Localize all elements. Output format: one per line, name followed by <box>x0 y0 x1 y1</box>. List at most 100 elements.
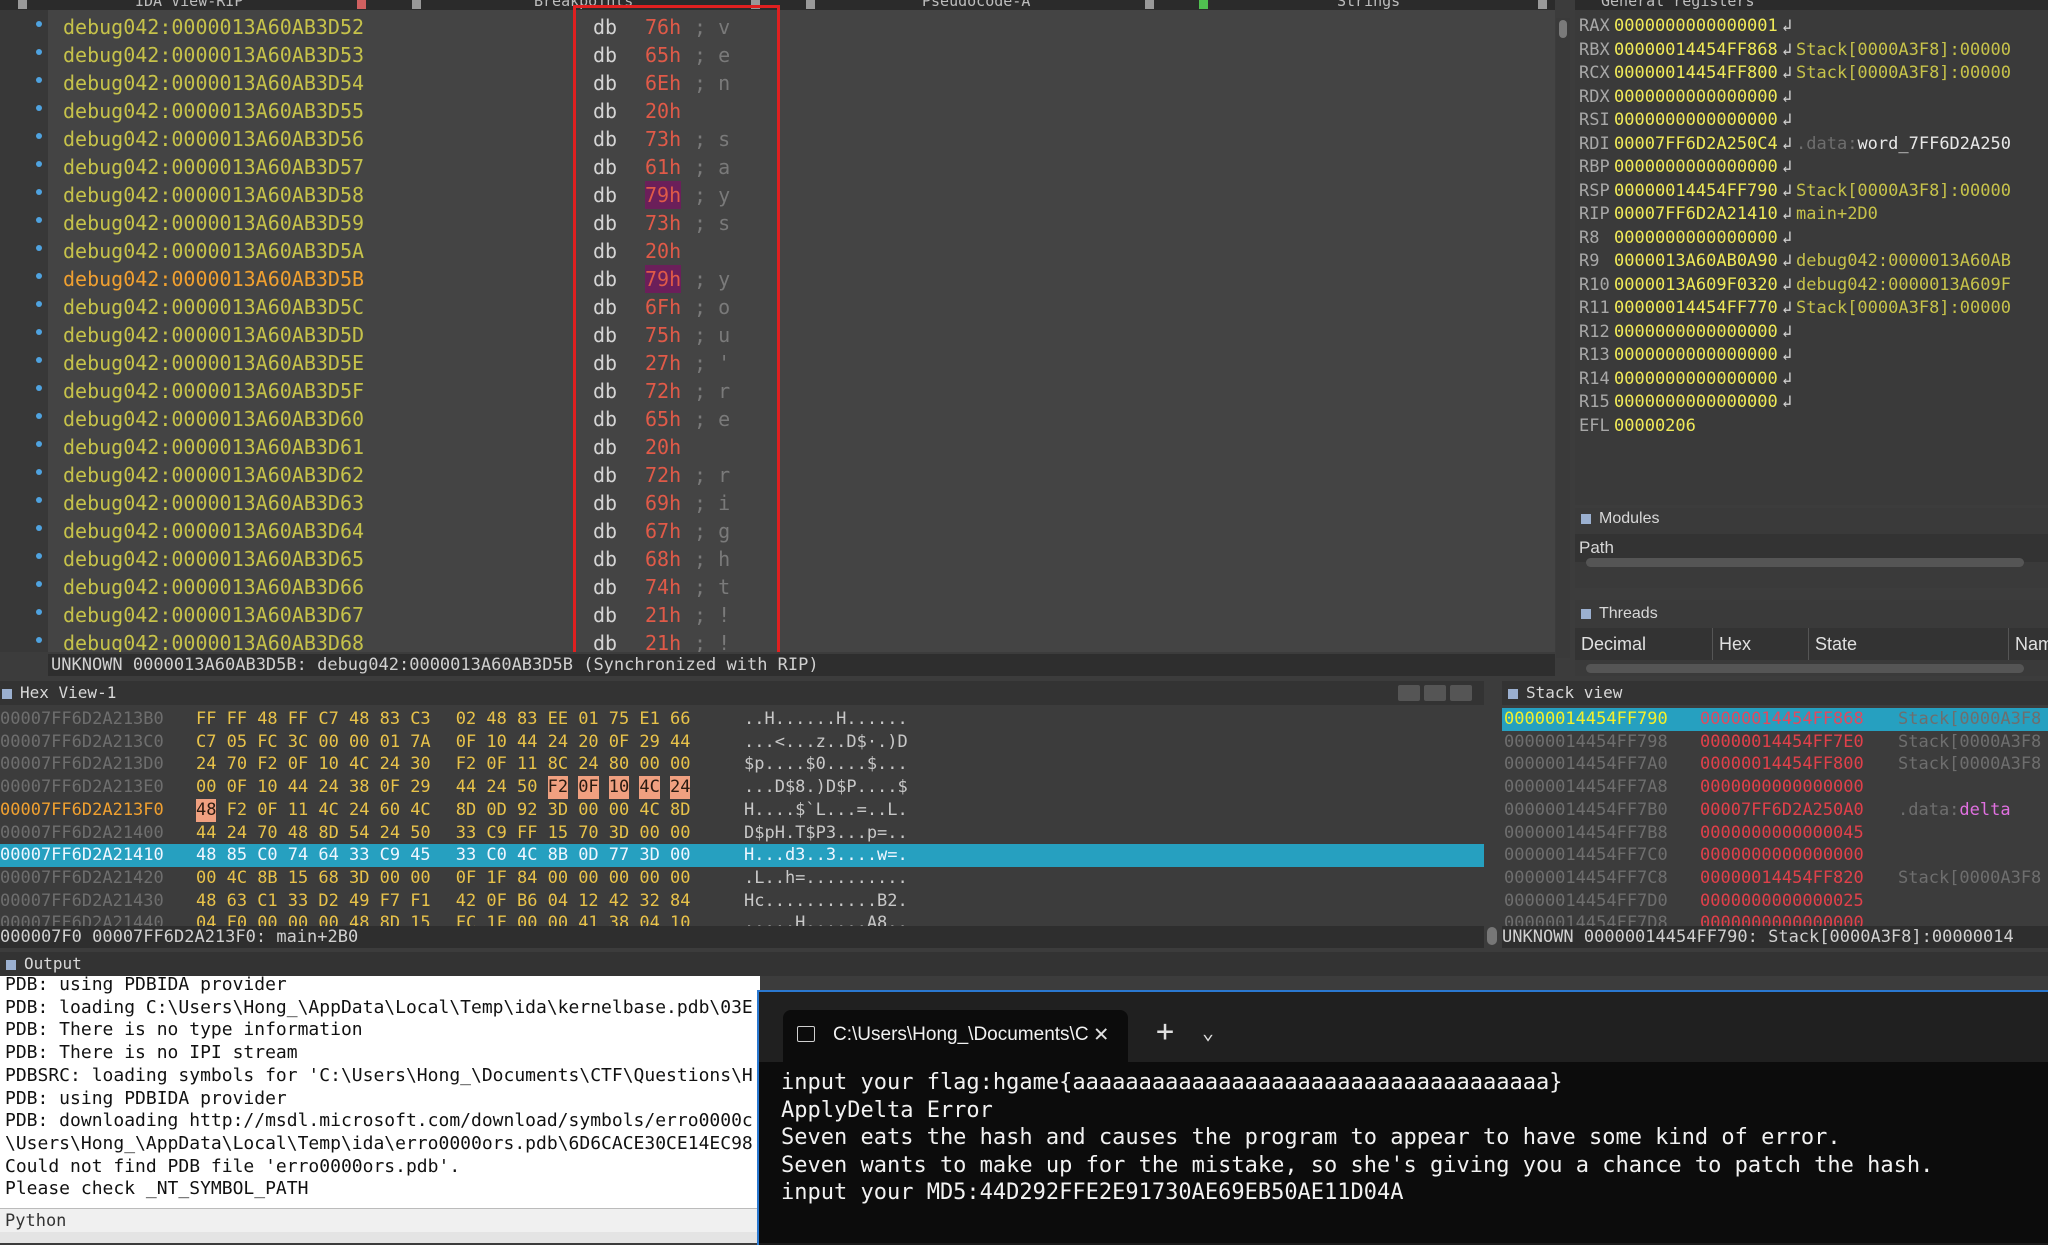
hex-byte[interactable]: FF <box>196 708 216 731</box>
hex-byte[interactable]: 24 <box>227 822 247 845</box>
register-value[interactable]: 0000000000000000 <box>1614 87 1778 107</box>
disasm-line[interactable]: debug042:0000013A60AB3D5C db 6Fh; o <box>63 293 1543 321</box>
hex-row[interactable]: 00007FF6D2A213B0 FF FF 48 FF C7 48 83 C3 02 48 83 EE… <box>0 708 1484 731</box>
hex-byte[interactable]: 30 <box>410 753 430 776</box>
hex-byte[interactable]: 0F <box>609 731 629 754</box>
column-state[interactable]: State <box>1809 628 2009 660</box>
breakpoint-dot[interactable] <box>36 217 42 223</box>
hex-byte[interactable]: 64 <box>318 844 338 867</box>
hex-byte[interactable]: C9 <box>486 822 506 845</box>
disasm-line[interactable]: debug042:0000013A60AB3D62 db 72h; r <box>63 461 1543 489</box>
hex-byte[interactable]: 42 <box>609 890 629 913</box>
register-reference[interactable]: debug042:0000013A609F <box>1796 275 2011 295</box>
hex-byte[interactable]: 48 <box>196 844 216 867</box>
hex-byte[interactable]: 24 <box>318 776 338 799</box>
register-row-r9[interactable]: R9 0000013A60AB0A90 ↲ debug042:0000013A60AB <box>1579 250 2011 274</box>
hex-byte[interactable]: 3C <box>288 731 308 754</box>
disasm-line[interactable]: debug042:0000013A60AB3D54 db 6Eh; n <box>63 69 1543 97</box>
register-value[interactable]: 0000000000000000 <box>1614 369 1778 389</box>
register-value[interactable]: 0000000000000000 <box>1614 157 1778 177</box>
hex-byte[interactable]: 00 <box>380 867 400 890</box>
stack-reference[interactable]: Stack[0000A3F8 <box>1898 708 2041 731</box>
hex-byte[interactable]: 00 <box>609 867 629 890</box>
close-icon[interactable] <box>357 0 366 9</box>
hex-byte[interactable]: 00 <box>196 776 216 799</box>
register-value[interactable]: 00000014454FF790 <box>1614 181 1778 201</box>
breakpoint-dot[interactable] <box>36 21 42 27</box>
hex-byte[interactable]: 0F <box>456 867 476 890</box>
stack-row[interactable]: 00000014454FF790 00000014454FF868 Stack[00… <box>1502 708 2048 731</box>
breakpoint-dot[interactable] <box>36 637 42 643</box>
breakpoint-dot[interactable] <box>36 497 42 503</box>
hex-byte[interactable]: 0D <box>578 844 598 867</box>
breakpoint-dot[interactable] <box>36 441 42 447</box>
hex-byte[interactable]: 66 <box>670 708 690 731</box>
disasm-line[interactable]: debug042:0000013A60AB3D67 db 21h; ! <box>63 601 1543 629</box>
hex-byte[interactable]: 44 <box>288 776 308 799</box>
hex-byte[interactable]: 77 <box>609 844 629 867</box>
hex-byte[interactable]: 01 <box>578 708 598 731</box>
hex-byte[interactable]: 3D <box>639 844 659 867</box>
line-address[interactable]: debug042:0000013A60AB3D5D <box>63 323 364 347</box>
hex-byte[interactable]: 10 <box>318 753 338 776</box>
breakpoint-dot[interactable] <box>36 77 42 83</box>
hex-byte[interactable]: 83 <box>380 708 400 731</box>
jump-arrow-icon[interactable]: ↲ <box>1778 16 1796 36</box>
line-address[interactable]: debug042:0000013A60AB3D61 <box>63 435 364 459</box>
hex-byte[interactable]: 48 <box>196 798 217 822</box>
register-value[interactable]: 0000000000000000 <box>1614 322 1778 342</box>
register-row-r8[interactable]: R8 0000000000000000 ↲ <box>1579 227 1796 251</box>
hex-byte[interactable]: 0F <box>578 776 599 800</box>
stack-value[interactable]: 0000000000000000 <box>1700 776 1864 799</box>
hex-byte[interactable]: 00 <box>349 731 369 754</box>
hex-byte[interactable]: C0 <box>257 844 277 867</box>
disasm-line[interactable]: debug042:0000013A60AB3D65 db 68h; h <box>63 545 1543 573</box>
hex-byte[interactable]: 3D <box>609 822 629 845</box>
hex-byte[interactable]: 00 <box>670 867 690 890</box>
stack-value[interactable]: 0000000000000025 <box>1700 890 1864 913</box>
register-row-rdi[interactable]: RDI 00007FF6D2A250C4 ↲ .data:word_7FF6D2A25… <box>1579 133 2011 157</box>
hex-byte[interactable]: 11 <box>288 799 308 822</box>
tab-ida-view-rip[interactable]: IDA View-RIP <box>135 0 243 10</box>
hex-byte[interactable]: 33 <box>456 844 476 867</box>
stack-row[interactable]: 00000014454FF7C8 00000014454FF820 Stack[00… <box>1502 867 2048 890</box>
disasm-line[interactable]: debug042:0000013A60AB3D63 db 69h; i <box>63 489 1543 517</box>
stack-address[interactable]: 00000014454FF7B0 <box>1504 799 1668 822</box>
hex-byte[interactable]: 02 <box>456 708 476 731</box>
hex-byte[interactable]: 00 <box>578 799 598 822</box>
hex-byte[interactable]: 8C <box>548 753 568 776</box>
hex-byte[interactable]: 48 <box>486 708 506 731</box>
hex-address[interactable]: 00007FF6D2A21430 <box>0 890 164 913</box>
hex-address[interactable]: 00007FF6D2A213D0 <box>0 753 164 776</box>
register-row-rsp[interactable]: RSP 00000014454FF790 ↲ Stack[0000A3F8]:0000… <box>1579 180 2011 204</box>
register-value[interactable]: 00000206 <box>1614 416 1696 436</box>
hex-byte[interactable]: 74 <box>288 844 308 867</box>
breakpoint-dot[interactable] <box>36 525 42 531</box>
line-address[interactable]: debug042:0000013A60AB3D5A <box>63 239 364 263</box>
breakpoint-dot[interactable] <box>36 385 42 391</box>
hex-byte[interactable]: 4C <box>318 799 338 822</box>
hex-row[interactable]: 00007FF6D2A21410 48 85 C0 74 64 33 C9 45 33 C0 4C 8B… <box>0 844 1484 868</box>
hex-byte[interactable]: 68 <box>318 867 338 890</box>
hex-byte[interactable]: 83 <box>517 708 537 731</box>
jump-arrow-icon[interactable]: ↲ <box>1778 298 1796 318</box>
tab-strings[interactable]: Strings <box>1337 0 1400 10</box>
stack-reference[interactable]: Stack[0000A3F8 <box>1898 731 2041 754</box>
hex-byte[interactable]: FF <box>517 822 537 845</box>
hex-byte[interactable]: 24 <box>380 753 400 776</box>
hex-address[interactable]: 00007FF6D2A21410 <box>0 844 164 867</box>
hex-byte[interactable]: 00 <box>318 731 338 754</box>
chevron-down-icon[interactable]: ⌄ <box>1202 1020 1214 1044</box>
threads-scrollbar[interactable] <box>1586 664 2024 673</box>
hex-ascii[interactable]: ...<...z..D$·.)D <box>744 731 908 754</box>
hex-byte[interactable]: EE <box>548 708 568 731</box>
hex-ascii[interactable]: ...D$8.)D$P....$ <box>744 776 908 799</box>
register-row-rax[interactable]: RAX 0000000000000001 ↲ <box>1579 15 1796 39</box>
hex-row[interactable]: 00007FF6D2A213D0 24 70 F2 0F 10 4C 24 30 F2 0F 11 8C… <box>0 753 1484 776</box>
hex-byte[interactable]: 33 <box>456 822 476 845</box>
hex-byte[interactable]: 29 <box>410 776 430 799</box>
hex-byte[interactable]: 33 <box>349 844 369 867</box>
hex-byte[interactable]: B6 <box>517 890 537 913</box>
hex-byte[interactable]: 8D <box>456 799 476 822</box>
register-row-rip[interactable]: RIP 00007FF6D2A21410 ↲ main+2D0 <box>1579 203 1878 227</box>
